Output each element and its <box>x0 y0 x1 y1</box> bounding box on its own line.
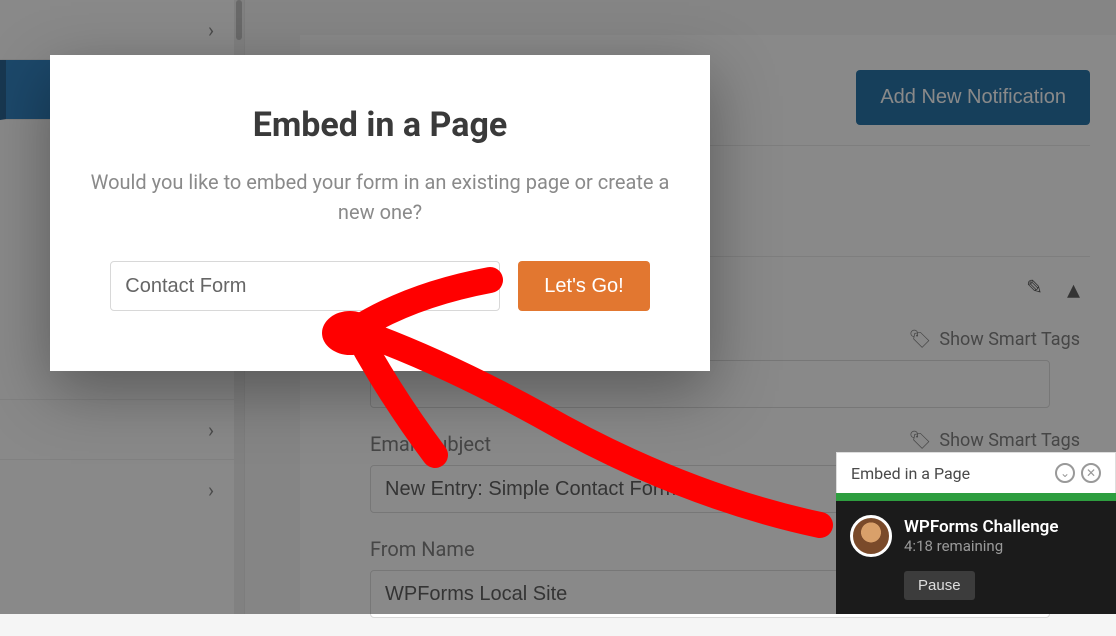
challenge-footer: Pause <box>836 571 1116 614</box>
modal-description: Would you like to embed your form in an … <box>90 167 670 227</box>
challenge-progress-bar <box>836 493 1116 501</box>
close-icon[interactable]: ✕ <box>1081 463 1101 483</box>
minimize-icon[interactable]: ⌄ <box>1055 463 1075 483</box>
embed-modal: Embed in a Page Would you like to embed … <box>50 55 710 371</box>
challenge-remaining: 4:18 remaining <box>904 537 1059 555</box>
challenge-body: WPForms Challenge 4:18 remaining <box>836 501 1116 571</box>
challenge-widget: Embed in a Page ⌄ ✕ WPForms Challenge 4:… <box>836 452 1116 614</box>
modal-form-row: Let's Go! <box>90 261 670 311</box>
lets-go-button[interactable]: Let's Go! <box>518 261 649 311</box>
challenge-header: Embed in a Page ⌄ ✕ <box>836 452 1116 493</box>
challenge-step-label: Embed in a Page <box>851 464 970 483</box>
page-name-input[interactable] <box>110 261 500 311</box>
modal-title: Embed in a Page <box>90 105 670 145</box>
challenge-title: WPForms Challenge <box>904 517 1059 537</box>
pause-button[interactable]: Pause <box>904 571 975 600</box>
avatar <box>850 515 892 557</box>
